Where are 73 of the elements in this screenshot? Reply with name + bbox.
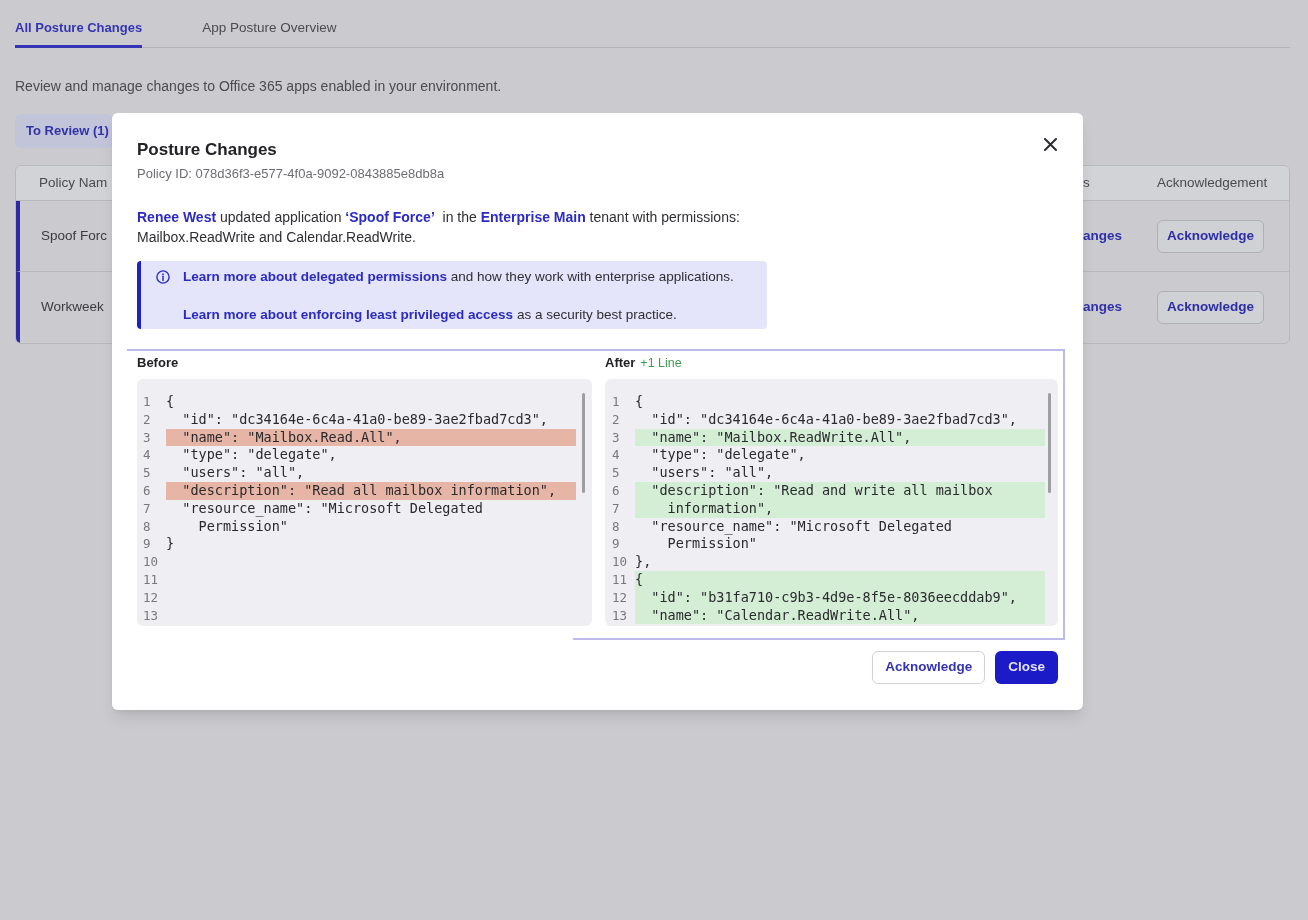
link[interactable]: Learn more about delegated permissions xyxy=(183,269,448,284)
line-number: 12 xyxy=(143,588,160,607)
line-number: 12 xyxy=(612,588,629,607)
line-number: 2 xyxy=(143,410,152,429)
line-number: 3 xyxy=(143,428,152,447)
acknowledge-button[interactable]: Acknowledge xyxy=(872,651,986,684)
line-number: 13 xyxy=(612,606,629,625)
line-number: 3 xyxy=(612,428,621,447)
line-number: 4 xyxy=(612,446,621,465)
line-number: 11 xyxy=(612,570,629,589)
line-count-note: +1 Line xyxy=(640,355,682,372)
table-cell-text: Workweek xyxy=(40,298,104,317)
link[interactable]: Enterprise Main xyxy=(480,209,586,225)
link[interactable]: ‘Spoof Force’ xyxy=(345,209,435,225)
line-number: 10 xyxy=(143,553,160,571)
page-description: Review and manage changes to Office 365 apps enabled in your environment. xyxy=(15,77,503,96)
info-icon xyxy=(156,270,170,284)
code-line: "resource_name": "Microsoft Delegated xyxy=(181,499,483,518)
table-cell-text: Spoof Forc xyxy=(40,226,108,245)
line-number: 11 xyxy=(143,570,160,589)
line-number: 1 xyxy=(612,393,621,411)
line-number: 6 xyxy=(143,482,152,500)
code-line: "id": "dc34164e-6c4a-41a0-be89-3ae2fbad7cd3", xyxy=(181,410,548,429)
close-dialog-button[interactable]: Close xyxy=(995,651,1058,684)
code-line: Permission" xyxy=(197,517,288,536)
close-button[interactable] xyxy=(1042,136,1058,152)
line-number: 5 xyxy=(143,464,152,482)
info-text: Learn more about delegated permissions and how they work with enterprise applications. xyxy=(183,268,734,286)
code-line: "users": "all", xyxy=(650,464,774,482)
tab[interactable]: App Posture Overview xyxy=(202,0,337,48)
tab[interactable]: All Posture Changes xyxy=(15,0,143,48)
line-number: 7 xyxy=(612,499,621,518)
code-line: }, xyxy=(635,553,652,571)
code-line: Permission" xyxy=(666,535,757,554)
policy-id: Policy ID: 078d36f3-e577-4f0a-9092-0843885e8db8a xyxy=(137,165,446,183)
link[interactable]: anges xyxy=(1083,225,1123,247)
line-number: 7 xyxy=(143,499,152,518)
line-number: 4 xyxy=(143,446,152,465)
acknowledge-button[interactable]: Acknowledge xyxy=(1157,219,1264,253)
code-line: "type": "delegate", xyxy=(650,446,806,465)
line-number: 10 xyxy=(612,553,629,571)
line-number: 1 xyxy=(143,393,152,411)
code-line: { xyxy=(166,393,175,411)
code-line: } xyxy=(166,535,175,554)
line-number: 6 xyxy=(612,482,621,500)
column-header: Acknowledgement xyxy=(1156,173,1269,192)
change-summary: Renee West updated application ‘Spoof Force’ in the Enterprise Main tenant with permissions: Mailbox.ReadWrite and Calendar.ReadWrite. xyxy=(137,208,741,247)
code-line: { xyxy=(635,393,644,411)
scrollbar-thumb[interactable] xyxy=(1048,393,1051,493)
link[interactable]: Renee West xyxy=(137,209,217,225)
line-number: 8 xyxy=(143,517,152,536)
filter-tab[interactable]: To Review (1) xyxy=(15,114,113,148)
line-number: 5 xyxy=(612,464,621,482)
line-number: 13 xyxy=(143,606,160,625)
line-number: 9 xyxy=(612,535,621,554)
acknowledge-button[interactable]: Acknowledge xyxy=(1157,291,1264,324)
dialog-title: Posture Changes xyxy=(137,139,277,161)
close-icon xyxy=(1043,137,1057,151)
code-line: "id": "dc34164e-6c4a-41a0-be89-3ae2fbad7cd3", xyxy=(650,410,1017,429)
code-line: "type": "delegate", xyxy=(181,446,337,465)
link[interactable]: Learn more about enforcing least privileged access xyxy=(183,307,514,322)
line-number: 2 xyxy=(612,410,621,429)
code-line: "resource_name": "Microsoft Delegated xyxy=(650,517,952,536)
scrollbar-thumb[interactable] xyxy=(582,393,585,493)
column-header: Policy Nam xyxy=(38,173,109,192)
line-number: 8 xyxy=(612,517,621,536)
panel-label: Before xyxy=(137,354,179,372)
panel-label: After xyxy=(605,354,636,372)
line-number: 9 xyxy=(143,535,152,554)
column-header: s xyxy=(1083,173,1091,192)
info-text: Learn more about enforcing least privileged access as a security best practice. xyxy=(183,306,678,324)
code-line: "users": "all", xyxy=(181,464,305,482)
link[interactable]: anges xyxy=(1083,297,1123,318)
